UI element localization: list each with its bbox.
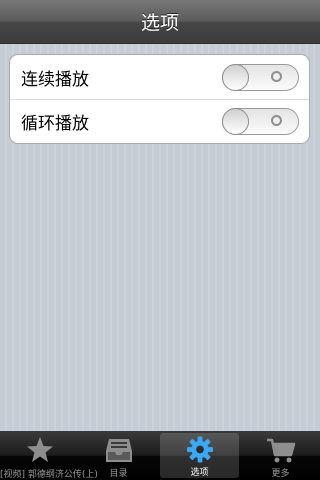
page-title: 选项 — [140, 12, 179, 34]
continuous-play-toggle[interactable] — [222, 63, 299, 91]
toggle-off-indicator-icon — [271, 115, 282, 126]
tab-label: 选项 — [190, 468, 209, 478]
setting-row-loop-play: 循环播放 — [10, 99, 309, 143]
star-icon — [26, 437, 53, 462]
inbox-tray-icon — [105, 439, 132, 462]
tab-label: 更多 — [271, 469, 290, 479]
toggle-off-indicator-icon — [271, 70, 282, 82]
toggle-knob — [222, 63, 249, 91]
setting-label-continuous-play: 连续播放 — [21, 69, 89, 90]
tab-options[interactable]: 选项 — [160, 433, 239, 478]
settings-group: 连续播放 循环播放 — [9, 54, 310, 144]
gear-icon — [186, 436, 213, 463]
cart-icon — [266, 438, 295, 463]
settings-content: 连续播放 循环播放 — [0, 44, 320, 431]
tab-label: 目录 — [109, 469, 128, 479]
navigation-bar: 选项 — [0, 0, 320, 44]
setting-label-loop-play: 循环播放 — [21, 114, 89, 134]
setting-row-continuous-play: 连续播放 — [10, 55, 309, 99]
tab-catalog[interactable]: 目录 — [79, 431, 158, 480]
toggle-knob — [222, 108, 249, 135]
tab-now-playing[interactable]: [视频] 郭德纲济公传(上) — [0, 431, 98, 480]
loop-play-toggle[interactable] — [222, 108, 299, 135]
tab-more[interactable]: 更多 — [241, 431, 320, 480]
tab-bar: [视频] 郭德纲济公传(上) 目录 选项 更多 — [0, 431, 320, 480]
